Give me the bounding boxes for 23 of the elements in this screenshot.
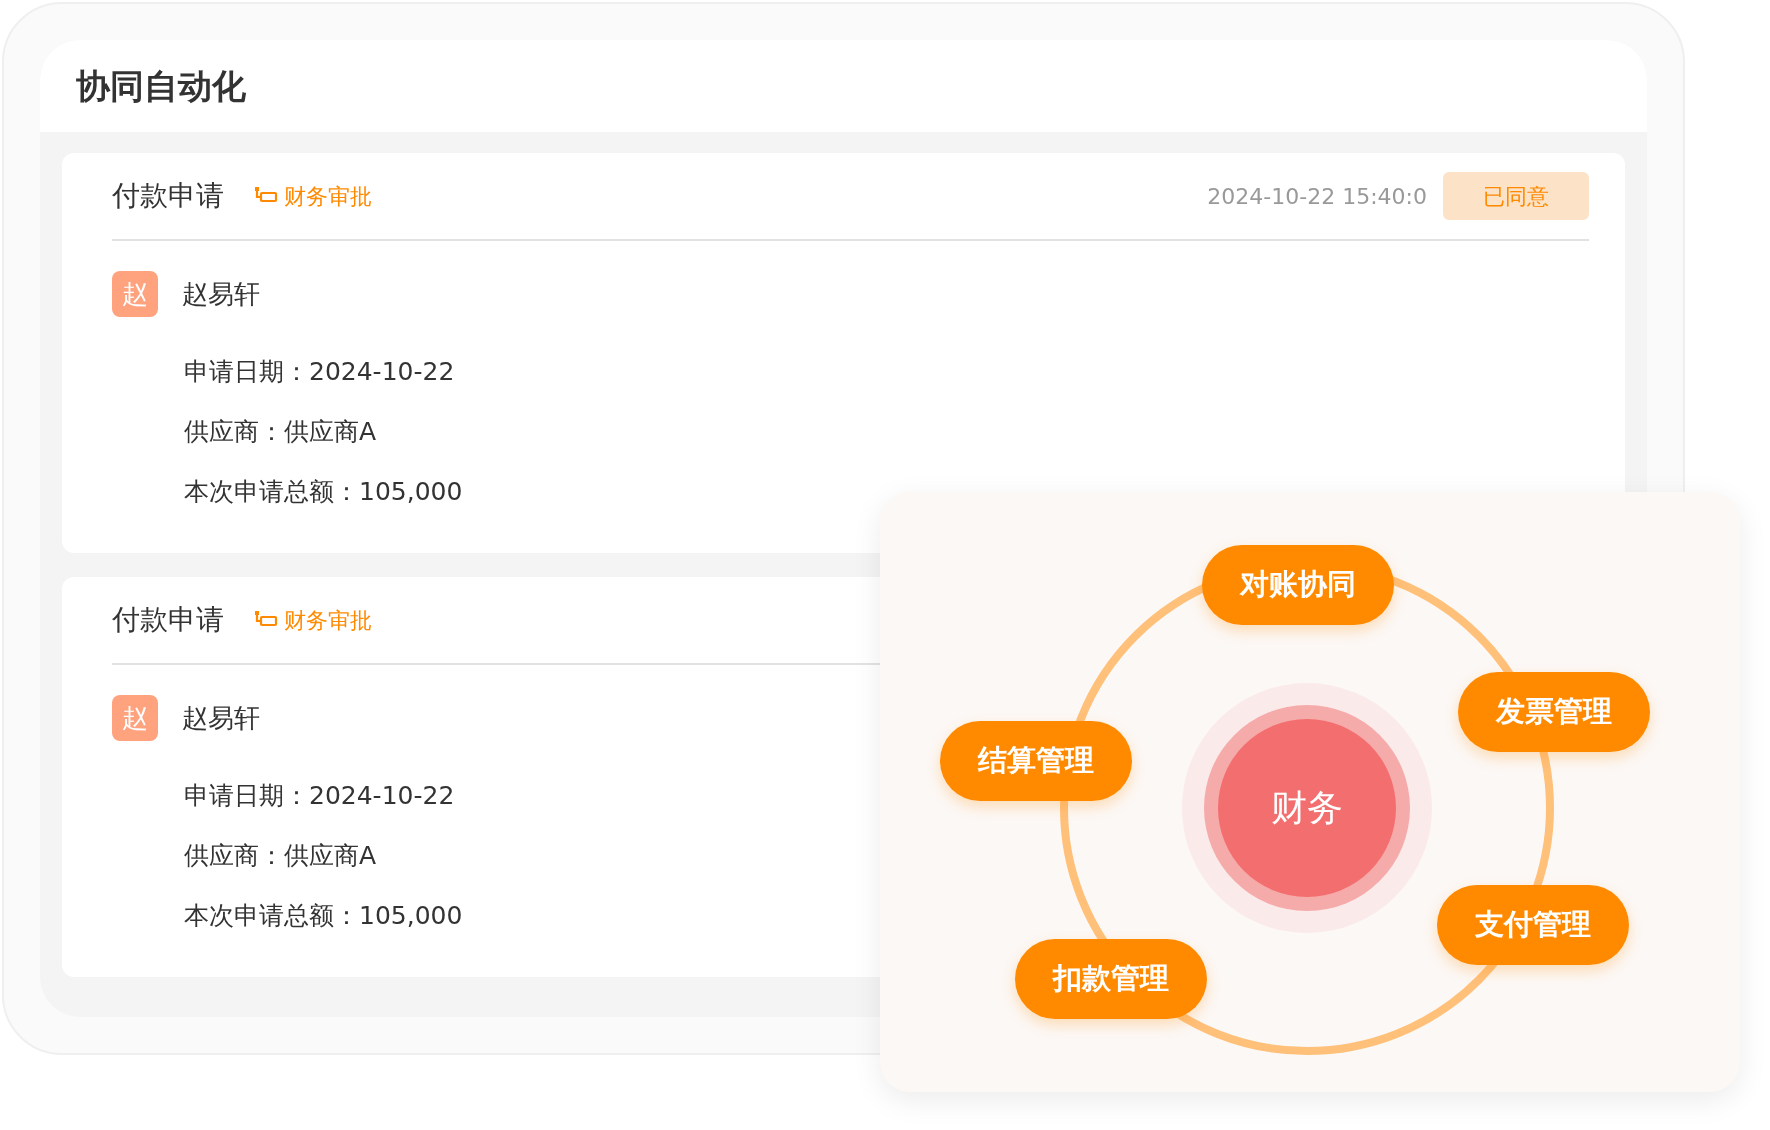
panel-title: 协同自动化 [76,64,246,108]
module-pill: 支付管理 [1437,885,1629,965]
field-text: 供应商：供应商A [184,416,377,448]
avatar: 赵 [112,695,158,741]
status-badge: 已同意 [1443,172,1589,220]
module-pill: 扣款管理 [1015,939,1207,1019]
module-pill: 发票管理 [1458,672,1650,752]
applicant-name: 赵易轩 [182,701,260,735]
field-text: 本次申请总额：105,000 [184,900,463,932]
field-text: 供应商：供应商A [184,840,377,872]
field-text: 申请日期：2024-10-22 [184,356,455,388]
timestamp: 2024-10-22 15:40:0 [1207,182,1427,211]
tag-label: 财务审批 [284,606,372,635]
request-title: 付款申请 [112,178,224,214]
module-pill: 结算管理 [940,721,1132,801]
field-text: 申请日期：2024-10-22 [184,780,455,812]
field-text: 本次申请总额：105,000 [184,476,463,508]
center-node: 财务 [1218,719,1396,897]
avatar: 赵 [112,271,158,317]
module-pill: 对账协同 [1202,545,1394,625]
applicant-name: 赵易轩 [182,277,260,311]
tag-label: 财务审批 [284,182,372,211]
request-title: 付款申请 [112,602,224,638]
